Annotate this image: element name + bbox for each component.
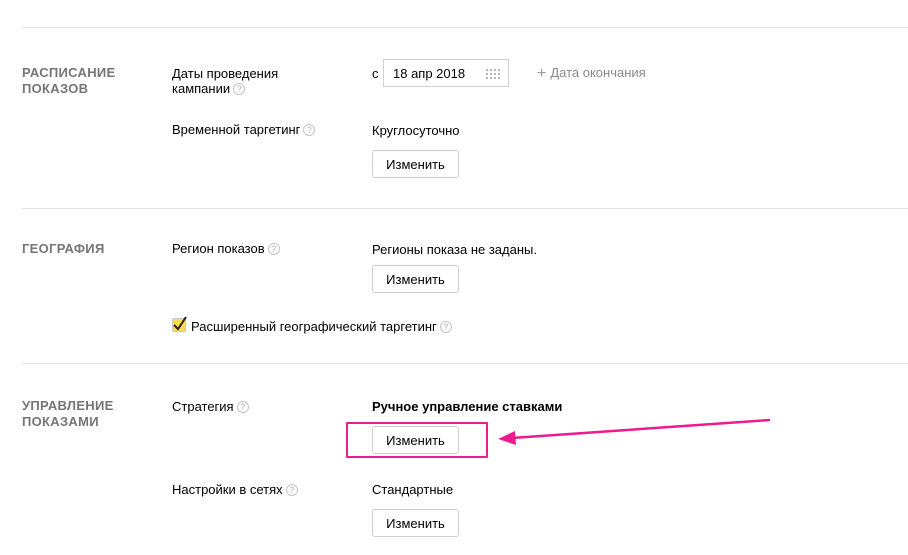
networks-label-text: Настройки в сетях xyxy=(172,482,283,497)
help-icon[interactable]: ? xyxy=(285,484,298,496)
schedule-section-title: РАСПИСАНИЕ ПОКАЗОВ xyxy=(22,65,116,96)
networks-value: Стандартные xyxy=(372,482,454,497)
management-section-title: УПРАВЛЕНИЕ ПОКАЗАМИ xyxy=(22,398,114,429)
add-end-date-link[interactable]: + Дата окончания xyxy=(537,65,646,82)
calendar-icon[interactable] xyxy=(486,69,500,79)
extended-geo-label-text: Расширенный географический таргетинг xyxy=(191,319,437,334)
strategy-label-text: Стратегия xyxy=(172,399,234,414)
management-divider xyxy=(22,363,908,364)
geography-divider xyxy=(22,208,908,209)
time-targeting-label: Временной таргетинг? xyxy=(172,122,316,137)
extended-geo-label[interactable]: Расширенный географический таргетинг? xyxy=(191,319,452,334)
start-date-value: 18 апр 2018 xyxy=(393,66,466,81)
region-label: Регион показов? xyxy=(172,241,280,256)
checkmark-icon xyxy=(173,316,187,331)
region-label-text: Регион показов xyxy=(172,241,265,256)
region-change-button[interactable]: Изменить xyxy=(372,265,459,293)
help-icon[interactable]: ? xyxy=(236,401,249,413)
time-targeting-value: Круглосуточно xyxy=(372,123,460,138)
networks-label: Настройки в сетях? xyxy=(172,482,298,497)
strategy-value: Ручное управление ставками xyxy=(372,399,563,414)
networks-change-button[interactable]: Изменить xyxy=(372,509,459,537)
date-from-prefix: с xyxy=(372,66,379,81)
help-icon[interactable]: ? xyxy=(303,124,316,136)
help-icon[interactable]: ? xyxy=(267,243,280,255)
top-divider xyxy=(22,27,908,28)
geography-section-title: ГЕОГРАФИЯ xyxy=(22,241,105,256)
campaign-dates-label-text: Даты проведения кампании xyxy=(172,66,279,96)
help-icon[interactable]: ? xyxy=(439,321,452,333)
help-icon[interactable]: ? xyxy=(233,83,246,95)
end-date-link-text: Дата окончания xyxy=(550,65,646,80)
time-targeting-label-text: Временной таргетинг xyxy=(172,122,301,137)
start-date-input[interactable]: 18 апр 2018 xyxy=(383,59,509,87)
highlight-box xyxy=(346,422,488,458)
region-value: Регионы показа не заданы. xyxy=(372,242,537,257)
extended-geo-checkbox[interactable] xyxy=(172,316,187,332)
time-targeting-change-button[interactable]: Изменить xyxy=(372,150,459,178)
strategy-label: Стратегия? xyxy=(172,399,249,414)
plus-icon: + xyxy=(537,65,547,82)
campaign-dates-label: Даты проведения кампании? xyxy=(172,66,312,96)
